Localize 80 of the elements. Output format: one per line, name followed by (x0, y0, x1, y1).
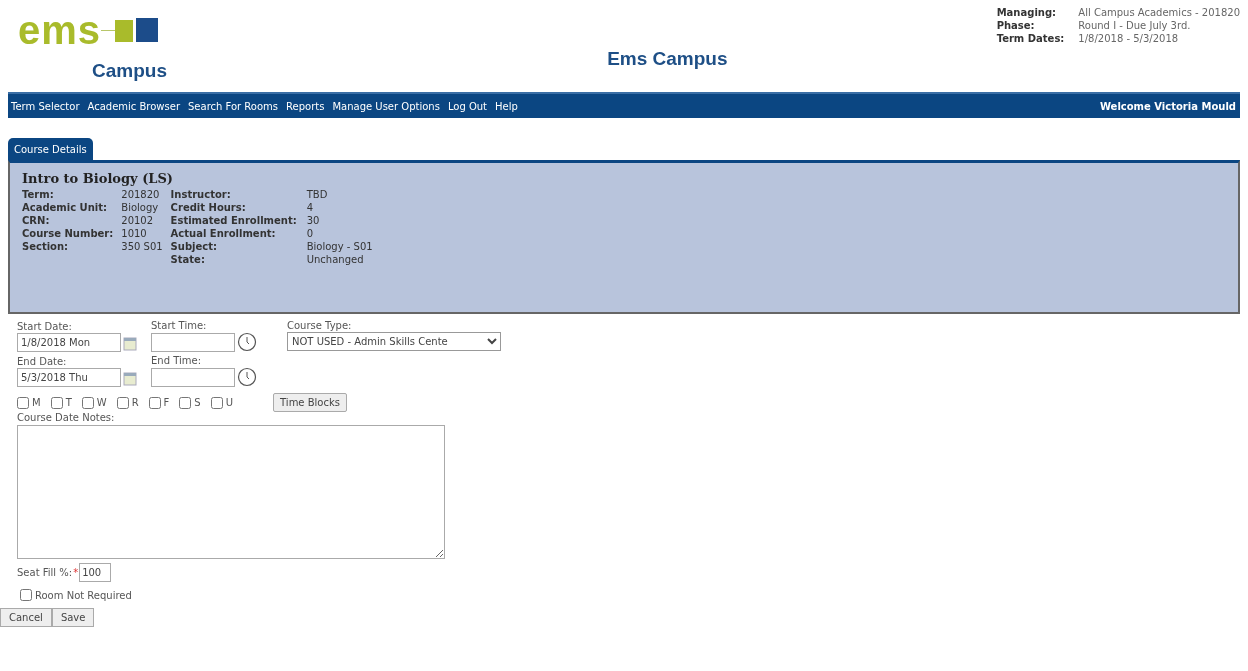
tab[interactable]: Course Details (8, 138, 93, 160)
field-label: Academic Unit: (22, 201, 109, 214)
field-value: TBD (306, 188, 329, 201)
day-label: F (163, 397, 170, 408)
calendar-icon[interactable] (123, 334, 137, 351)
field-label: Seat Fill %: (17, 567, 73, 578)
field-label: Term: (22, 188, 55, 201)
nav-link[interactable]: Reports (283, 100, 328, 112)
date-field[interactable]: 5/3/2018 Thu (17, 368, 121, 387)
checkbox-label: Room Not Required (35, 589, 132, 601)
nav-link[interactable]: Help (492, 100, 521, 112)
required-mark: * (73, 567, 79, 578)
day-label: R (131, 397, 139, 408)
nav-link[interactable]: Term Selector (8, 100, 83, 112)
field-value: Biology - S01 (306, 240, 373, 253)
date-field[interactable]: 1/8/2018 Mon (17, 333, 121, 352)
day-label: M (32, 397, 41, 408)
time-blocks-button[interactable]: Time Blocks (273, 393, 347, 412)
info-label: Managing: (996, 6, 1058, 19)
logo-text: ems (18, 10, 102, 50)
day-checkbox[interactable] (81, 396, 94, 409)
form-button[interactable]: Cancel (0, 608, 52, 627)
day-label: U (225, 397, 234, 408)
day-checkbox[interactable] (17, 396, 29, 409)
info-value: Round I - Due July 3rd. (1078, 19, 1192, 32)
clock-icon[interactable] (237, 367, 257, 387)
site-title: Ems Campus (606, 48, 729, 70)
time-field[interactable] (151, 367, 235, 387)
day-checkbox[interactable] (50, 396, 63, 409)
info-label: Phase: (996, 19, 1036, 32)
field-label: End Time: (151, 355, 203, 366)
day-checkbox[interactable] (179, 396, 192, 409)
time-field[interactable] (151, 332, 235, 352)
field-label: Instructor: (170, 188, 232, 201)
notes-field[interactable] (17, 425, 445, 559)
logo-subtitle: Campus (92, 60, 168, 82)
nav-link[interactable]: Search For Rooms (185, 100, 282, 112)
field-label: Estimated Enrollment: (170, 214, 297, 227)
field-value: Unchanged (306, 253, 365, 266)
seat-fill-field[interactable]: 100 (79, 563, 112, 582)
nav-link[interactable]: Manage User Options (329, 100, 443, 112)
logo-squares-icon (101, 17, 160, 43)
field-value: 201820 (121, 188, 161, 201)
course-type-dropdown[interactable]: NOT USED - Admin Skills Cente (287, 332, 501, 351)
form-button[interactable]: Save (51, 608, 95, 627)
field-value: 0 (306, 227, 315, 240)
field-label: Subject: (170, 240, 218, 253)
field-value: 1010 (121, 227, 148, 240)
info-value: All Campus Academics - 201820 (1078, 6, 1240, 19)
field-label: CRN: (22, 214, 51, 227)
field-value: Biology (121, 201, 160, 214)
day-checkbox[interactable] (148, 396, 161, 409)
field-value: 350 S01 (121, 240, 163, 253)
calendar-icon[interactable] (123, 369, 137, 386)
day-checkbox[interactable] (116, 396, 129, 409)
field-label: Course Type: (287, 320, 353, 331)
field-value: 30 (306, 214, 321, 227)
field-label: Course Number: (22, 227, 114, 240)
field-label: Credit Hours: (170, 201, 247, 214)
field-label: End Date: (17, 356, 68, 367)
day-label: T (65, 397, 72, 408)
day-checkbox[interactable] (210, 396, 223, 409)
field-label: Start Date: (17, 321, 73, 332)
room-checkbox[interactable] (20, 589, 32, 601)
course-title: Intro to Biology (LS) (22, 171, 174, 186)
field-label: Actual Enrollment: (170, 227, 277, 240)
day-label: W (96, 397, 107, 408)
field-label: Section: (22, 240, 70, 253)
nav-link[interactable]: Academic Browser (84, 100, 183, 112)
day-label: S (194, 397, 201, 408)
clock-icon[interactable] (237, 332, 257, 352)
field-label: Start Time: (151, 320, 208, 331)
welcome-text: Welcome Victoria Mould (1099, 100, 1236, 112)
field-value: 20102 (121, 214, 155, 227)
nav-link[interactable]: Log Out (444, 100, 491, 112)
info-value: 1/8/2018 - 5/3/2018 (1078, 32, 1180, 45)
field-label: State: (170, 253, 206, 266)
info-label: Term Dates: (996, 32, 1065, 45)
field-value: 4 (306, 201, 315, 214)
field-label: Course Date Notes: (17, 412, 116, 423)
